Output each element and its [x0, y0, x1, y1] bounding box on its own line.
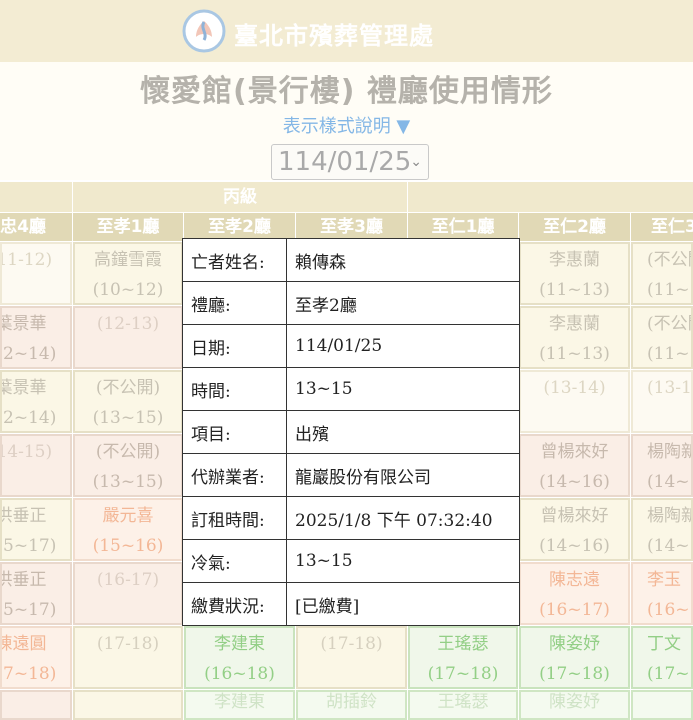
- schedule-cell[interactable]: 李惠蘭 (11~13): [519, 306, 630, 369]
- popup-row-payment: 繳費狀況: [已繳費]: [182, 582, 520, 626]
- schedule-cell[interactable]: 楊陶新(14~16): [631, 498, 693, 561]
- popup-label: 訂租時間:: [182, 496, 287, 540]
- schedule-cell[interactable]: (不公開) (13~15): [73, 370, 183, 433]
- popup-label: 亡者姓名:: [182, 238, 287, 282]
- popup-label: 時間:: [182, 367, 287, 411]
- popup-row-deceased: 亡者姓名: 賴傳森: [182, 238, 520, 282]
- date-select-value: 114/01/25: [278, 147, 412, 177]
- hall-header-zhiren1: 至仁1廳: [408, 213, 519, 241]
- popup-row-time: 時間: 13~15: [182, 367, 520, 411]
- schedule-cell[interactable]: (17-18): [73, 626, 183, 689]
- schedule-cell[interactable]: 陳姿妤 (17~18): [519, 626, 630, 689]
- schedule-cell[interactable]: (17-18): [296, 626, 407, 689]
- popup-label: 項目:: [182, 410, 287, 454]
- popup-value: 2025/1/8 下午 07:32:40: [286, 496, 520, 540]
- booking-detail-popup: 亡者姓名: 賴傳森 禮廳: 至孝2廳 日期: 114/01/25 時間: 13~15 項…: [182, 238, 520, 626]
- popup-row-booked-at: 訂租時間: 2025/1/8 下午 07:32:40: [182, 496, 520, 540]
- lotus-logo-icon: [182, 9, 226, 53]
- hall-header-zhixiao1: 至孝1廳: [73, 213, 184, 241]
- group-header-bing: 丙級: [73, 182, 408, 212]
- popup-value: 13~15: [286, 539, 520, 583]
- date-select[interactable]: 114/01/25 ⌄: [271, 144, 429, 180]
- schedule-cell[interactable]: 洪垂正(15~17): [0, 498, 72, 561]
- schedule-cell[interactable]: (不公開) (13~15): [73, 434, 183, 497]
- schedule-cell[interactable]: (不公開)(11~13): [631, 306, 693, 369]
- chevron-down-icon: ⌄: [410, 154, 422, 170]
- popup-row-hall: 禮廳: 至孝2廳: [182, 281, 520, 325]
- popup-value: 至孝2廳: [286, 281, 520, 325]
- schedule-cell[interactable]: 李建東 (16~18): [184, 626, 295, 689]
- schedule-cell[interactable]: 陳姿妤: [519, 690, 630, 720]
- popup-label: 禮廳:: [182, 281, 287, 325]
- schedule-cell[interactable]: [0, 690, 72, 720]
- popup-value: 114/01/25: [286, 324, 520, 368]
- popup-value: 13~15: [286, 367, 520, 411]
- hall-header-zhiren3: 至仁3廳: [631, 213, 693, 241]
- schedule-cell[interactable]: 李玉(16~17): [631, 562, 693, 625]
- schedule-cell[interactable]: (14-15): [0, 434, 72, 497]
- page-title: 懷愛館(景行樓) 禮廳使用情形: [140, 74, 553, 109]
- popup-row-date: 日期: 114/01/25: [182, 324, 520, 368]
- schedule-cell[interactable]: [73, 690, 183, 720]
- schedule-cell[interactable]: 高鐘雪霞 (10~12): [73, 242, 183, 305]
- schedule-cell[interactable]: 曾楊來好 (14~16): [519, 434, 630, 497]
- schedule-cell[interactable]: (12-13): [73, 306, 183, 369]
- popup-label: 繳費狀況:: [182, 582, 287, 626]
- schedule-cell[interactable]: 葉景華(12~14): [0, 370, 72, 433]
- popup-label: 冷氣:: [182, 539, 287, 583]
- schedule-cell[interactable]: (16-17): [73, 562, 183, 625]
- group-header-prev: [0, 182, 73, 212]
- schedule-cell[interactable]: 李建東: [184, 690, 295, 720]
- popup-value: [已繳費]: [286, 582, 520, 626]
- group-header-next: [408, 182, 693, 212]
- popup-row-aircon: 冷氣: 13~15: [182, 539, 520, 583]
- popup-row-item: 項目: 出殯: [182, 410, 520, 454]
- schedule-cell[interactable]: 陳遠圓(17~18): [0, 626, 72, 689]
- hall-header-zhiren2: 至仁2廳: [519, 213, 631, 241]
- popup-label: 日期:: [182, 324, 287, 368]
- schedule-cell[interactable]: (13-14): [519, 370, 630, 433]
- popup-row-agent: 代辦業者: 龍巖股份有限公司: [182, 453, 520, 497]
- schedule-cell[interactable]: 楊陶新(14~16): [631, 434, 693, 497]
- schedule-cell[interactable]: (不公開)(11~13): [631, 242, 693, 305]
- schedule-cell[interactable]: 葉景華(12~14): [0, 306, 72, 369]
- schedule-cell[interactable]: 李惠蘭 (11~13): [519, 242, 630, 305]
- schedule-cell[interactable]: 王瑤瑟 (17~18): [408, 626, 518, 689]
- schedule-cell[interactable]: [631, 690, 693, 720]
- schedule-cell[interactable]: 胡插鈴: [296, 690, 407, 720]
- hall-header-zhong4: 忠4廳: [0, 213, 73, 241]
- popup-value: 龍巖股份有限公司: [286, 453, 520, 497]
- top-bar: 臺北市殯葬管理處: [0, 0, 693, 62]
- popup-value: 賴傳森: [286, 238, 520, 282]
- schedule-cell[interactable]: 曾楊來好 (14~16): [519, 498, 630, 561]
- schedule-cell[interactable]: 王瑤瑟: [408, 690, 518, 720]
- agency-title: 臺北市殯葬管理處: [234, 22, 434, 50]
- legend-toggle-link[interactable]: 表示樣式說明 ▼: [0, 112, 693, 138]
- popup-value: 出殯: [286, 410, 520, 454]
- schedule-cell[interactable]: 嚴元喜 (15~16): [73, 498, 183, 561]
- hall-header-zhixiao3: 至孝3廳: [296, 213, 408, 241]
- schedule-cell[interactable]: (13-14): [631, 370, 693, 433]
- schedule-cell[interactable]: (11-12): [0, 242, 72, 305]
- schedule-cell[interactable]: 陳志遠 (16~17): [519, 562, 630, 625]
- hall-header-zhixiao2: 至孝2廳: [184, 213, 296, 241]
- popup-label: 代辦業者:: [182, 453, 287, 497]
- schedule-cell[interactable]: 洪垂正(15~17): [0, 562, 72, 625]
- schedule-cell[interactable]: 丁文(17~18): [631, 626, 693, 689]
